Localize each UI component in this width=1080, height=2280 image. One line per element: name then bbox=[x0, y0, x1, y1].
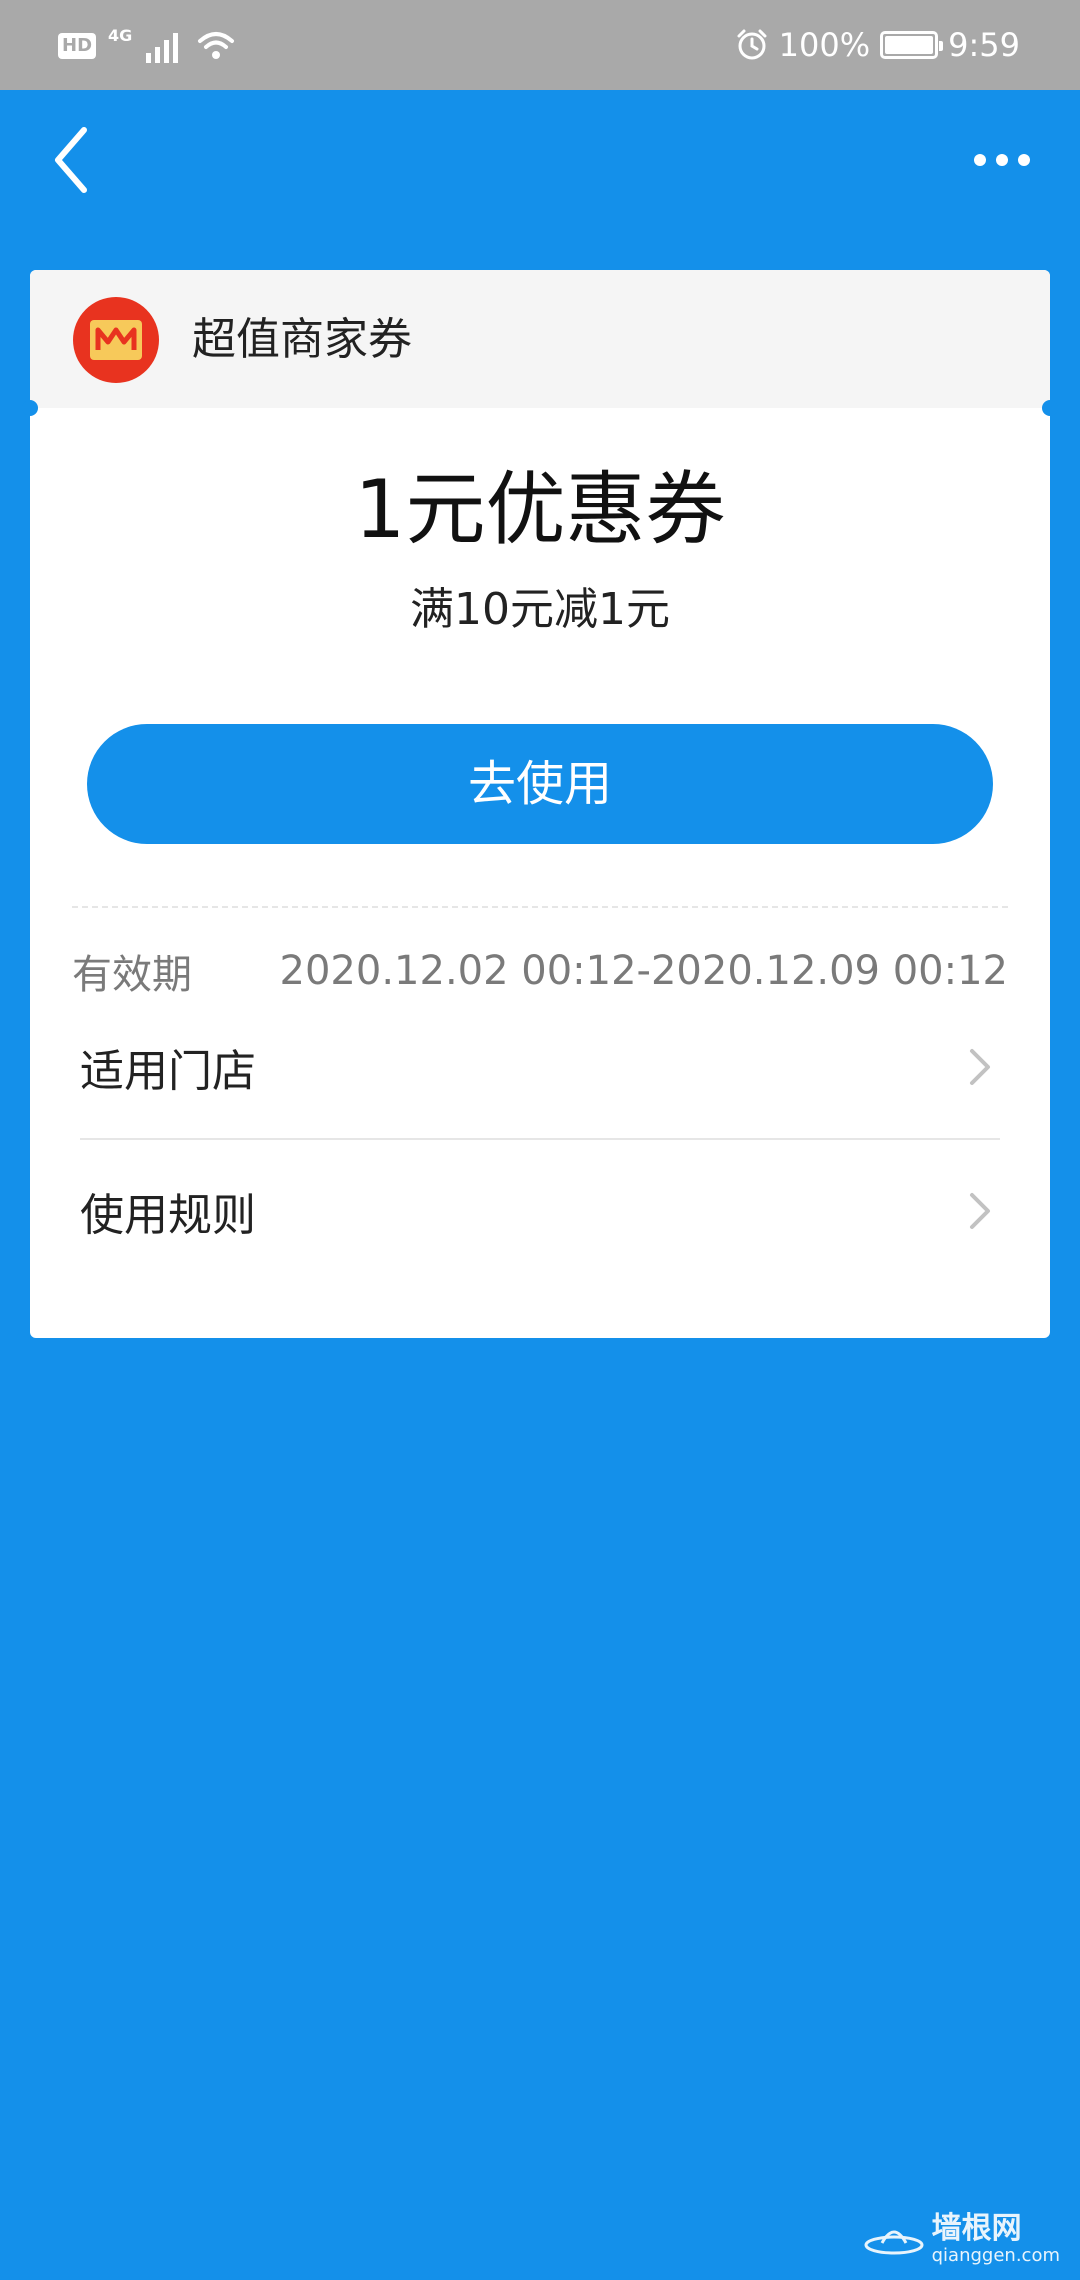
usage-rules-row[interactable]: 使用规则 bbox=[80, 1156, 1000, 1266]
use-coupon-button[interactable]: 去使用 bbox=[87, 724, 993, 844]
card-header: 超值商家券 bbox=[30, 270, 1050, 408]
navigation-bar bbox=[0, 90, 1080, 235]
watermark: 墙根网 qianggen.com bbox=[864, 2212, 1060, 2266]
clock-time: 9:59 bbox=[948, 26, 1020, 64]
wifi-icon bbox=[198, 32, 235, 59]
coupon-card: 超值商家券 1元优惠券 满10元减1元 去使用 有效期 2020.12.02 0… bbox=[30, 270, 1050, 1338]
status-right-group: 100% 9:59 bbox=[735, 22, 1020, 68]
network-type: 4G bbox=[108, 26, 133, 45]
alarm-icon bbox=[737, 29, 767, 60]
validity-row: 有效期 2020.12.02 00:12-2020.12.09 00:12 bbox=[72, 936, 1008, 1006]
merchant-coupon-logo-icon bbox=[73, 297, 159, 383]
usage-rules-label: 使用规则 bbox=[80, 1190, 256, 1241]
card-notch-left bbox=[22, 400, 38, 416]
card-notch-right bbox=[1042, 400, 1058, 416]
watermark-sub: qianggen.com bbox=[931, 2245, 1060, 2266]
coupon-title: 1元优惠券 bbox=[354, 463, 726, 556]
back-button[interactable] bbox=[40, 120, 110, 200]
more-options-button[interactable] bbox=[970, 130, 1040, 190]
watermark-text: 墙根网 bbox=[931, 2211, 1022, 2246]
status-left-group: HD 4G bbox=[58, 26, 236, 66]
applicable-stores-label: 适用门店 bbox=[80, 1046, 256, 1097]
chevron-right-icon bbox=[970, 1049, 990, 1085]
chevron-left-icon bbox=[55, 127, 87, 193]
signal-icon bbox=[146, 33, 179, 63]
row-divider bbox=[80, 1138, 1000, 1140]
shop-name: 超值商家券 bbox=[192, 314, 412, 365]
ufo-logo-icon bbox=[864, 2230, 924, 2255]
battery-percent: 100% bbox=[778, 26, 871, 64]
applicable-stores-row[interactable]: 适用门店 bbox=[80, 1012, 1000, 1122]
dashed-divider bbox=[72, 906, 1008, 908]
coupon-condition: 满10元减1元 bbox=[410, 584, 670, 635]
more-dots-icon bbox=[974, 154, 1030, 166]
validity-value: 2020.12.02 00:12-2020.12.09 00:12 bbox=[279, 948, 1008, 994]
validity-label: 有效期 bbox=[72, 952, 192, 998]
battery-icon bbox=[880, 31, 944, 59]
hd-badge: HD bbox=[58, 33, 97, 59]
chevron-right-icon bbox=[970, 1193, 990, 1229]
status-bar: HD 4G 100% 9:59 bbox=[0, 0, 1080, 90]
